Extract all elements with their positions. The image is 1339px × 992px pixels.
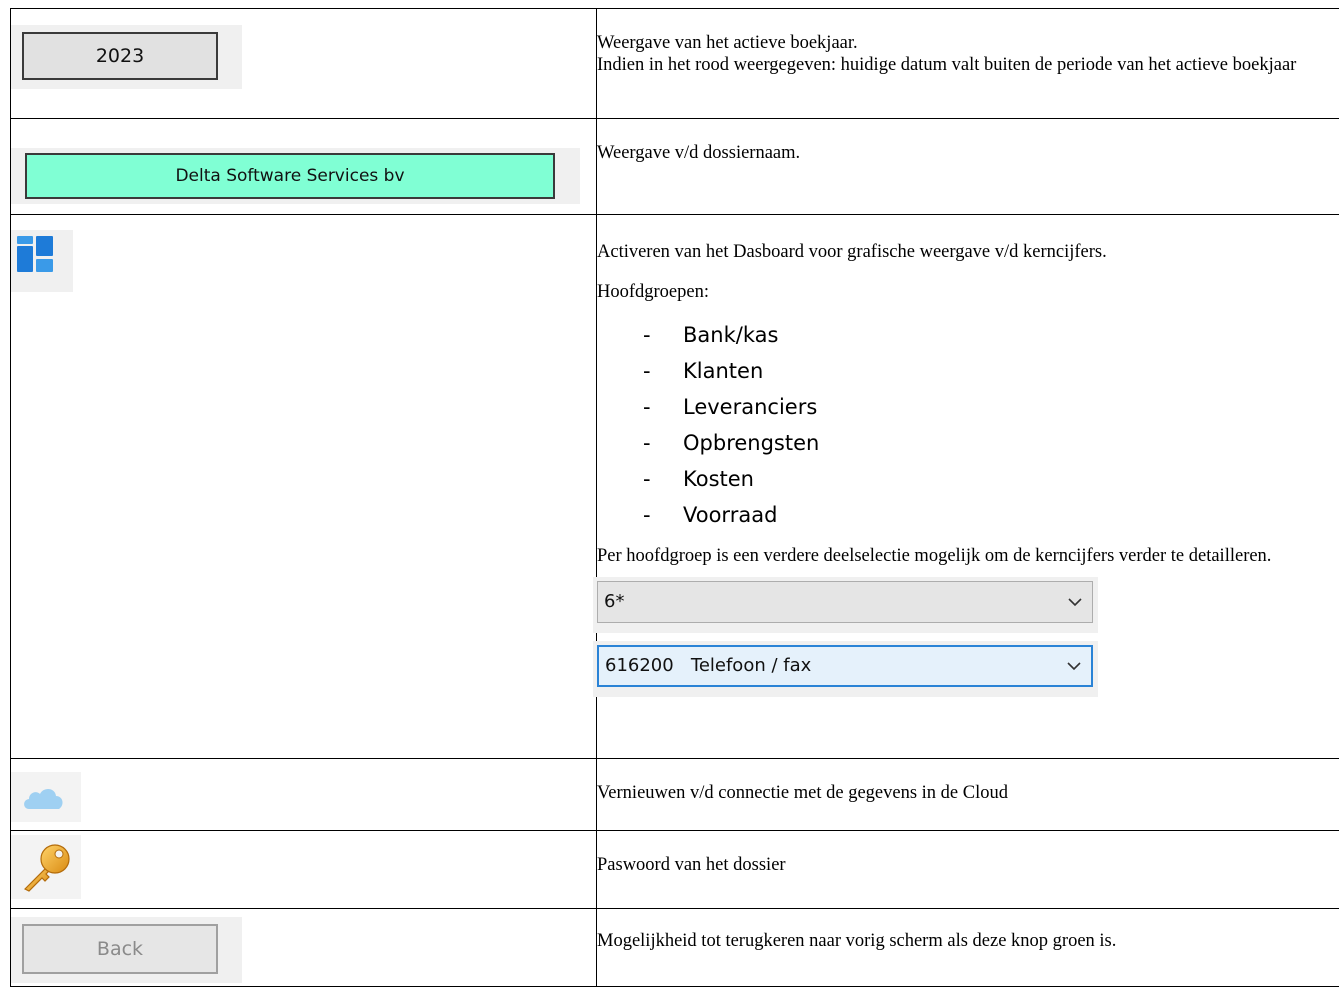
desc-text: Mogelijkheid tot terugkeren naar vorig s… <box>597 931 1117 951</box>
left-cell <box>10 758 597 831</box>
documentation-table: 2023 Weergave van het actieve boekjaar. … <box>10 8 1339 987</box>
desc-text: Indien in het rood weergegeven: huidige … <box>597 55 1297 75</box>
list-item: - Kosten <box>643 467 754 491</box>
screenshot-crop: 6* <box>593 577 1098 633</box>
table-row-dashboard: Activeren van het Dasboard voor grafisch… <box>10 214 1339 759</box>
left-cell <box>10 830 597 909</box>
screenshot-crop <box>11 835 81 899</box>
left-cell: Back <box>10 908 597 987</box>
screenshot-crop: Delta Software Services bv <box>11 148 580 204</box>
groups-list: - Bank/kas - Klanten - Leveranciers - Opbren… <box>597 317 1339 533</box>
desc-text: Weergave van het actieve boekjaar. <box>597 33 858 53</box>
list-item: - Bank/kas <box>643 323 779 347</box>
dossier-name-button[interactable]: Delta Software Services bv <box>25 153 555 199</box>
left-cell: 2023 <box>10 8 597 119</box>
right-cell: Weergave van het actieve boekjaar. Indie… <box>596 8 1339 119</box>
desc-text: Vernieuwen v/d connectie met de gegevens… <box>597 783 1008 803</box>
desc-text: Paswoord van het dossier <box>597 855 786 875</box>
cloud-icon[interactable] <box>21 785 67 811</box>
key-icon[interactable] <box>19 841 73 895</box>
account-filter-dropdown[interactable]: 616200 Telefoon / fax <box>597 645 1093 687</box>
screenshot-crop: 616200 Telefoon / fax <box>593 641 1098 697</box>
list-item: - Opbrengsten <box>643 431 820 455</box>
back-button[interactable]: Back <box>22 924 218 974</box>
screenshot-crop: 2023 <box>11 25 242 89</box>
chevron-down-icon <box>1057 661 1091 671</box>
list-item: - Klanten <box>643 359 764 383</box>
screenshot-crop <box>11 772 81 822</box>
groups-heading: Hoofdgroepen: <box>597 282 709 302</box>
dashboard-icon[interactable] <box>17 236 53 272</box>
screenshot-crop: Back <box>11 917 242 983</box>
table-row-year: 2023 Weergave van het actieve boekjaar. … <box>10 8 1339 119</box>
table-row-password: Paswoord van het dossier <box>10 830 1339 909</box>
table-row-cloud: Vernieuwen v/d connectie met de gegevens… <box>10 758 1339 831</box>
desc-text: Per hoofdgroep is een verdere deelselect… <box>597 546 1272 566</box>
desc-text: Weergave v/d dossiernaam. <box>597 143 801 163</box>
table-row-back: Back Mogelijkheid tot terugkeren naar vo… <box>10 908 1339 987</box>
right-cell: Vernieuwen v/d connectie met de gegevens… <box>596 758 1339 831</box>
group-filter-dropdown[interactable]: 6* <box>597 581 1093 623</box>
left-cell <box>10 214 597 759</box>
right-cell: Activeren van het Dasboard voor grafisch… <box>593 214 1339 759</box>
year-button[interactable]: 2023 <box>22 32 218 80</box>
list-item: - Leveranciers <box>643 395 818 419</box>
list-item: - Voorraad <box>643 503 778 527</box>
desc-text: Activeren van het Dasboard voor grafisch… <box>597 242 1107 262</box>
right-cell: Mogelijkheid tot terugkeren naar vorig s… <box>596 908 1339 987</box>
table-row-dossier: Delta Software Services bv Weergave v/d … <box>10 118 1339 215</box>
right-cell: Weergave v/d dossiernaam. <box>596 118 1339 215</box>
right-cell: Paswoord van het dossier <box>596 830 1339 909</box>
screenshot-crop <box>11 230 73 292</box>
chevron-down-icon <box>1058 597 1092 607</box>
left-cell: Delta Software Services bv <box>10 118 597 215</box>
